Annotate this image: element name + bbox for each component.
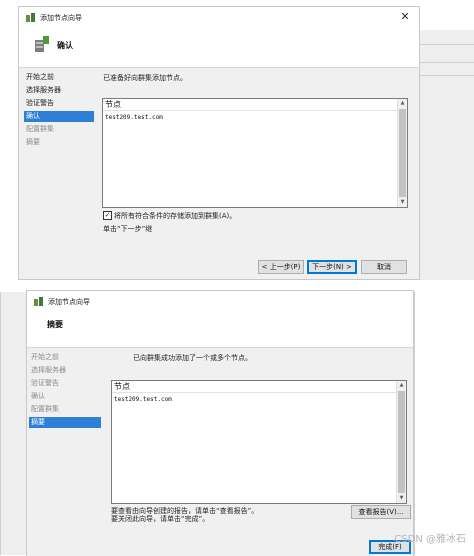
wizard-body: 开始之前 选择服务器 验证警告 确认 配置群集 摘要 已向群集成功添加了一个或多… — [27, 348, 413, 556]
background-window-line — [418, 75, 474, 76]
step-validation-warning[interactable]: 验证警告 — [29, 378, 101, 389]
scroll-up-icon[interactable]: ▲ — [397, 381, 406, 390]
scroll-thumb[interactable] — [399, 109, 406, 197]
add-storage-checkbox[interactable]: ✓ — [103, 211, 112, 220]
title-bar: 添加节点向导 — [27, 291, 413, 313]
title-bar: 添加节点向导 ✕ — [19, 7, 419, 29]
vertical-scrollbar[interactable]: ▲ ▼ — [396, 381, 406, 503]
node-list[interactable]: 节点 test209.test.com ▲ ▼ — [111, 380, 407, 504]
page-title: 摘要 — [47, 320, 63, 329]
step-confirmation[interactable]: 确认 — [24, 111, 94, 122]
step-select-servers[interactable]: 选择服务器 — [29, 365, 101, 376]
step-validation-warning[interactable]: 验证警告 — [24, 98, 94, 109]
intro-text: 已准备好向群集添加节点。 — [103, 74, 187, 82]
previous-button[interactable]: < 上一步(P) — [258, 260, 304, 274]
list-header: 节点 — [112, 381, 396, 393]
scroll-thumb[interactable] — [398, 391, 405, 493]
add-storage-label: 将所有符合条件的存储添加到群集(A)。 — [114, 212, 237, 220]
close-icon[interactable]: ✕ — [399, 11, 411, 23]
page-title: 确认 — [57, 41, 73, 50]
vertical-scrollbar[interactable]: ▲ ▼ — [397, 99, 407, 207]
wizard-steps: 开始之前 选择服务器 验证警告 确认 配置群集 摘要 — [24, 72, 94, 162]
step-before-you-begin[interactable]: 开始之前 — [29, 352, 101, 363]
add-node-wizard-summary: 添加节点向导 摘要 开始之前 选择服务器 验证警告 确认 配置群集 摘要 已向群… — [26, 290, 414, 556]
cluster-app-icon — [34, 297, 43, 306]
background-window-line — [418, 44, 474, 45]
list-item: test209.test.com — [114, 396, 172, 403]
step-configure-cluster[interactable]: 配置群集 — [24, 124, 94, 135]
step-summary[interactable]: 摘要 — [24, 137, 94, 148]
step-confirmation[interactable]: 确认 — [29, 391, 101, 402]
add-node-wizard-confirm: 添加节点向导 ✕ 确认 开始之前 选择服务器 验证警告 确认 配置群集 摘要 已… — [18, 6, 420, 280]
background-window-strip-top — [418, 30, 474, 280]
intro-text: 已向群集成功添加了一个或多个节点。 — [133, 354, 252, 362]
cluster-app-icon — [26, 13, 35, 22]
server-icon — [35, 36, 49, 52]
list-header: 节点 — [103, 99, 397, 111]
hint-text: 单击“下一步”继 — [103, 225, 153, 233]
window-title: 添加节点向导 — [40, 14, 82, 22]
scroll-up-icon[interactable]: ▲ — [398, 99, 407, 108]
step-summary[interactable]: 摘要 — [29, 417, 101, 428]
cancel-button[interactable]: 取消 — [361, 260, 407, 274]
window-title: 添加节点向导 — [48, 298, 90, 306]
background-window-strip-left — [0, 292, 27, 555]
step-select-servers[interactable]: 选择服务器 — [24, 85, 94, 96]
background-window-line — [418, 62, 474, 63]
wizard-steps: 开始之前 选择服务器 验证警告 确认 配置群集 摘要 — [29, 352, 101, 442]
list-item: test209.test.com — [105, 114, 163, 121]
step-before-you-begin[interactable]: 开始之前 — [24, 72, 94, 83]
view-report-button[interactable]: 查看报告(V)... — [351, 505, 411, 519]
wizard-header: 确认 — [19, 29, 419, 67]
node-list[interactable]: 节点 test209.test.com ▲ ▼ — [102, 98, 408, 208]
wizard-header: 摘要 — [27, 313, 413, 347]
scroll-down-icon[interactable]: ▼ — [398, 198, 407, 207]
wizard-body: 开始之前 选择服务器 验证警告 确认 配置群集 摘要 已准备好向群集添加节点。 … — [19, 68, 419, 279]
close-instruction: 要关闭此向导，请单击“完成”。 — [111, 515, 210, 523]
step-configure-cluster[interactable]: 配置群集 — [29, 404, 101, 415]
scroll-down-icon[interactable]: ▼ — [397, 494, 406, 503]
background-window-strip-right — [414, 292, 474, 555]
watermark: CSDN @雅冰石 — [394, 534, 466, 545]
next-button[interactable]: 下一步(N) > — [307, 260, 357, 274]
